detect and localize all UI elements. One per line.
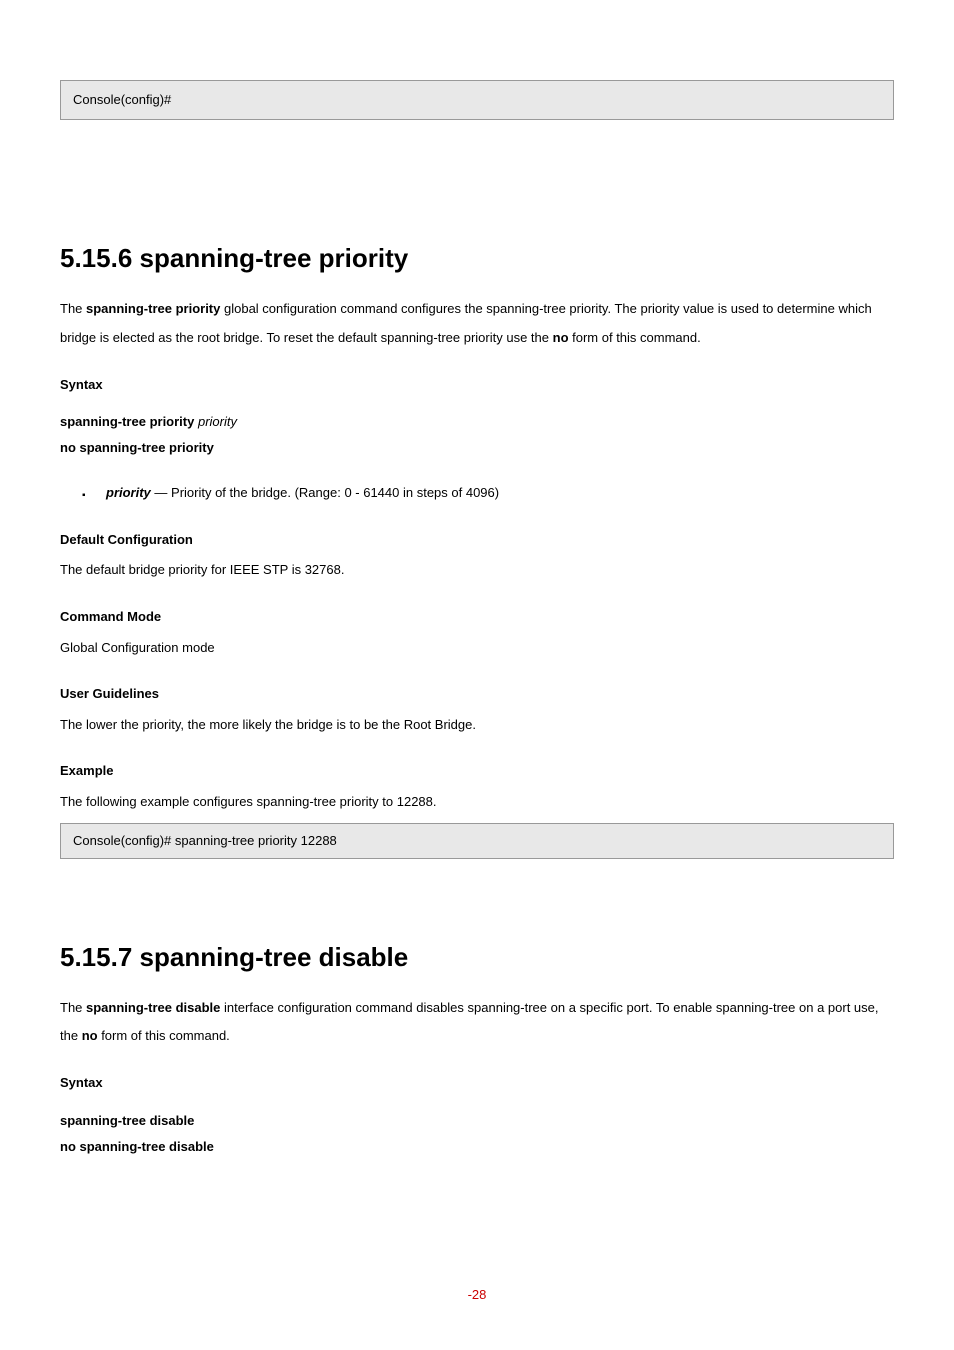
section2-description: The spanning-tree disable interface conf…: [60, 994, 894, 1051]
cmd-name: spanning-tree disable: [86, 1000, 220, 1015]
syntax-block-2: spanning-tree disable no spanning-tree d…: [60, 1108, 894, 1160]
code-block-top: Console(config)#: [60, 80, 894, 120]
text: form of this command.: [98, 1028, 230, 1043]
page-number: -28: [0, 1281, 954, 1310]
mode-heading: Command Mode: [60, 603, 894, 632]
example-heading: Example: [60, 757, 894, 786]
syntax-block: spanning-tree priority priority no spann…: [60, 409, 894, 461]
section-title-disable: 5.15.7 spanning-tree disable: [60, 929, 894, 986]
no-keyword: no: [553, 330, 569, 345]
code-prompt: Console(config)#: [73, 92, 171, 107]
syntax-param: priority: [198, 414, 237, 429]
syntax-line-2: no spanning-tree priority: [60, 435, 894, 461]
cmd-name: spanning-tree priority: [86, 301, 220, 316]
example-value: 12288: [301, 833, 337, 848]
syntax-heading: Syntax: [60, 371, 894, 400]
example-cmd: spanning-tree priority: [175, 833, 301, 848]
syntax-cmd: spanning-tree priority: [60, 414, 198, 429]
guidelines-heading: User Guidelines: [60, 680, 894, 709]
text: The: [60, 301, 86, 316]
syntax-line-1: spanning-tree priority priority: [60, 409, 894, 435]
param-desc: — Priority of the bridge. (Range: 0 - 61…: [151, 485, 499, 500]
syntax-line-2-2: no spanning-tree disable: [60, 1134, 894, 1160]
syntax-heading-2: Syntax: [60, 1069, 894, 1098]
example-text: The following example configures spannin…: [60, 788, 894, 817]
mode-text: Global Configuration mode: [60, 634, 894, 663]
example-prompt: Console(config)#: [73, 833, 175, 848]
syntax-line-2-1: spanning-tree disable: [60, 1108, 894, 1134]
no-keyword: no: [82, 1028, 98, 1043]
text: The: [60, 1000, 86, 1015]
param-list: priority — Priority of the bridge. (Rang…: [106, 479, 894, 508]
param-item: priority — Priority of the bridge. (Rang…: [106, 479, 894, 508]
guidelines-text: The lower the priority, the more likely …: [60, 711, 894, 740]
param-name: priority: [106, 485, 151, 500]
section-title-priority: 5.15.6 spanning-tree priority: [60, 230, 894, 287]
example-code-block: Console(config)# spanning-tree priority …: [60, 823, 894, 859]
default-heading: Default Configuration: [60, 526, 894, 555]
section1-description: The spanning-tree priority global config…: [60, 295, 894, 352]
text: form of this command.: [569, 330, 701, 345]
default-text: The default bridge priority for IEEE STP…: [60, 556, 894, 585]
